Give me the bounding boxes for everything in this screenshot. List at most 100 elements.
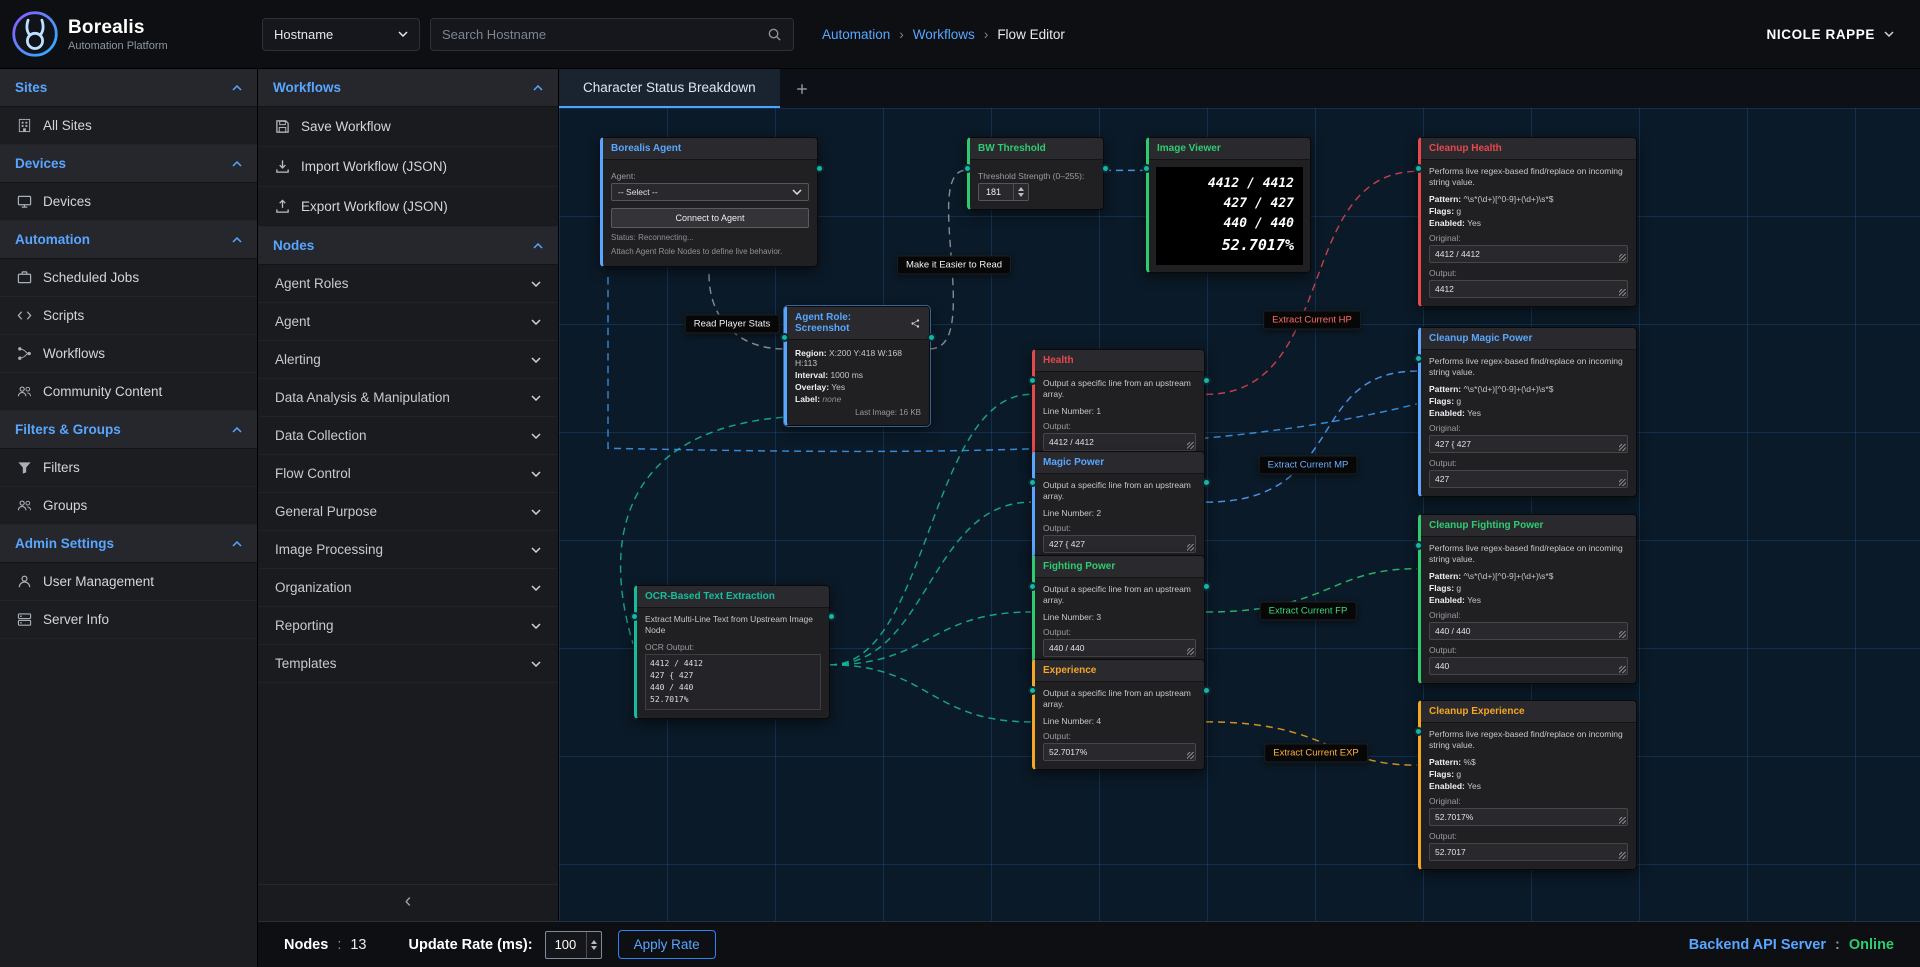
output-field[interactable]: 52.7017 — [1429, 843, 1628, 861]
node-cleanup-experience[interactable]: Cleanup Experience Performs live regex-b… — [1418, 700, 1637, 870]
sidebar-section-sites[interactable]: Sites — [0, 69, 257, 107]
input-port[interactable] — [1414, 354, 1423, 363]
node-category-flow-control[interactable]: Flow Control — [258, 455, 558, 493]
sidebar-section-devices[interactable]: Devices — [0, 145, 257, 183]
node-image-viewer[interactable]: Image Viewer 4412 / 4412 427 / 427 440 /… — [1146, 137, 1311, 273]
node-ocr-text-extraction[interactable]: OCR-Based Text Extraction Extract Multi-… — [634, 585, 830, 719]
search-box[interactable] — [430, 18, 794, 51]
input-port[interactable] — [1028, 686, 1037, 695]
sidebar-item-devices[interactable]: Devices — [0, 183, 257, 221]
collapse-palette-button[interactable]: ‹ — [258, 884, 558, 921]
sidebar-item-groups[interactable]: Groups — [0, 487, 257, 525]
output-port[interactable] — [1202, 376, 1211, 385]
output-field[interactable]: 427 { 427 — [1043, 535, 1196, 553]
share-icon[interactable] — [910, 318, 921, 329]
node-category-data-analysis[interactable]: Data Analysis & Manipulation — [258, 379, 558, 417]
tab-character-status-breakdown[interactable]: Character Status Breakdown — [559, 69, 780, 108]
output-port[interactable] — [1101, 164, 1110, 173]
output-field[interactable]: 4412 / 4412 — [1043, 433, 1196, 451]
sidebar-item-workflows[interactable]: Workflows — [0, 335, 257, 373]
node-agent-role-screenshot[interactable]: Agent Role: Screenshot Region: X:200 Y:4… — [784, 306, 930, 426]
export-workflow-button[interactable]: Export Workflow (JSON) — [258, 187, 558, 227]
user-menu[interactable]: NICOLE RAPPE — [1767, 27, 1894, 42]
sidebar-item-server-info[interactable]: Server Info — [0, 601, 257, 639]
agent-select[interactable]: -- Select -- — [611, 183, 809, 201]
node-magic-power[interactable]: Magic Power Output a specific line from … — [1032, 451, 1205, 562]
output-port[interactable] — [827, 612, 836, 621]
output-field[interactable]: 440 / 440 — [1043, 639, 1196, 657]
flags-value: g — [1456, 206, 1461, 216]
breadcrumb-workflows[interactable]: Workflows — [913, 27, 975, 42]
sidebar-item-user-management[interactable]: User Management — [0, 563, 257, 601]
add-tab-button[interactable] — [780, 69, 824, 108]
node-fighting-power[interactable]: Fighting Power Output a specific line fr… — [1032, 555, 1205, 666]
ocr-output-textarea[interactable]: 4412 / 4412 427 { 427 440 / 440 52.7017% — [645, 654, 821, 710]
input-port[interactable] — [1142, 164, 1151, 173]
input-port[interactable] — [963, 164, 972, 173]
sidebar-item-scheduled-jobs[interactable]: Scheduled Jobs — [0, 259, 257, 297]
palette-section-nodes[interactable]: Nodes — [258, 227, 558, 265]
node-category-organization[interactable]: Organization — [258, 569, 558, 607]
original-field[interactable]: 52.7017% — [1429, 808, 1628, 826]
original-field[interactable]: 4412 / 4412 — [1429, 245, 1628, 263]
output-field[interactable]: 440 — [1429, 657, 1628, 675]
apply-rate-button[interactable]: Apply Rate — [618, 930, 716, 959]
item-label: Save Workflow — [301, 119, 391, 134]
node-category-data-collection[interactable]: Data Collection — [258, 417, 558, 455]
sidebar-section-filters-groups[interactable]: Filters & Groups — [0, 411, 257, 449]
input-port[interactable] — [1028, 478, 1037, 487]
node-category-agent[interactable]: Agent — [258, 303, 558, 341]
import-workflow-button[interactable]: Import Workflow (JSON) — [258, 147, 558, 187]
input-port[interactable] — [1414, 727, 1423, 736]
node-borealis-agent[interactable]: Borealis Agent Agent: -- Select -- Conne… — [600, 137, 818, 267]
node-experience[interactable]: Experience Output a specific line from a… — [1032, 659, 1205, 770]
original-field[interactable]: 440 / 440 — [1429, 622, 1628, 640]
output-port[interactable] — [815, 164, 824, 173]
number-stepper[interactable] — [586, 932, 601, 958]
output-port[interactable] — [927, 333, 936, 342]
flow-canvas[interactable]: Borealis Agent Agent: -- Select -- Conne… — [559, 108, 1920, 967]
node-category-image-processing[interactable]: Image Processing — [258, 531, 558, 569]
number-stepper[interactable] — [1013, 184, 1028, 200]
update-rate-input[interactable]: 100 — [545, 931, 602, 959]
node-bw-threshold[interactable]: BW Threshold Threshold Strength (0–255):… — [967, 137, 1104, 210]
original-field[interactable]: 427 { 427 — [1429, 435, 1628, 453]
save-workflow-button[interactable]: Save Workflow — [258, 107, 558, 147]
input-port[interactable] — [1028, 582, 1037, 591]
node-category-agent-roles[interactable]: Agent Roles — [258, 265, 558, 303]
node-cleanup-health[interactable]: Cleanup Health Performs live regex-based… — [1418, 137, 1637, 307]
hostname-dropdown[interactable]: Hostname — [262, 18, 420, 51]
original-label: Original: — [1429, 796, 1628, 806]
output-port[interactable] — [1202, 582, 1211, 591]
input-port[interactable] — [1414, 541, 1423, 550]
sidebar-section-admin-settings[interactable]: Admin Settings — [0, 525, 257, 563]
node-health[interactable]: Health Output a specific line from an up… — [1032, 349, 1205, 460]
node-category-general-purpose[interactable]: General Purpose — [258, 493, 558, 531]
breadcrumb-automation[interactable]: Automation — [822, 27, 890, 42]
node-cleanup-fighting-power[interactable]: Cleanup Fighting Power Performs live reg… — [1418, 514, 1637, 684]
output-field[interactable]: 4412 — [1429, 280, 1628, 298]
sidebar-item-filters[interactable]: Filters — [0, 449, 257, 487]
node-category-reporting[interactable]: Reporting — [258, 607, 558, 645]
output-field[interactable]: 52.7017% — [1043, 743, 1196, 761]
sidebar-item-community-content[interactable]: Community Content — [0, 373, 257, 411]
output-port[interactable] — [1202, 478, 1211, 487]
node-category-alerting[interactable]: Alerting — [258, 341, 558, 379]
input-port[interactable] — [1028, 376, 1037, 385]
sidebar-section-automation[interactable]: Automation — [0, 221, 257, 259]
connect-to-agent-button[interactable]: Connect to Agent — [611, 208, 809, 228]
node-category-templates[interactable]: Templates — [258, 645, 558, 683]
input-port[interactable] — [1414, 164, 1423, 173]
threshold-input[interactable]: 181 — [978, 183, 1029, 201]
output-field[interactable]: 427 — [1429, 470, 1628, 488]
node-cleanup-magic-power[interactable]: Cleanup Magic Power Performs live regex-… — [1418, 327, 1637, 497]
palette-section-workflows[interactable]: Workflows — [258, 69, 558, 107]
input-port[interactable] — [630, 612, 639, 621]
input-port[interactable] — [780, 333, 789, 342]
search-input[interactable] — [442, 27, 759, 42]
pattern-value: ^\s*(\d+)[^0-9]+(\d+)\s*$ — [1464, 384, 1554, 394]
category-label: Data Analysis & Manipulation — [275, 390, 450, 405]
sidebar-item-all-sites[interactable]: All Sites — [0, 107, 257, 145]
output-port[interactable] — [1202, 686, 1211, 695]
sidebar-item-scripts[interactable]: Scripts — [0, 297, 257, 335]
